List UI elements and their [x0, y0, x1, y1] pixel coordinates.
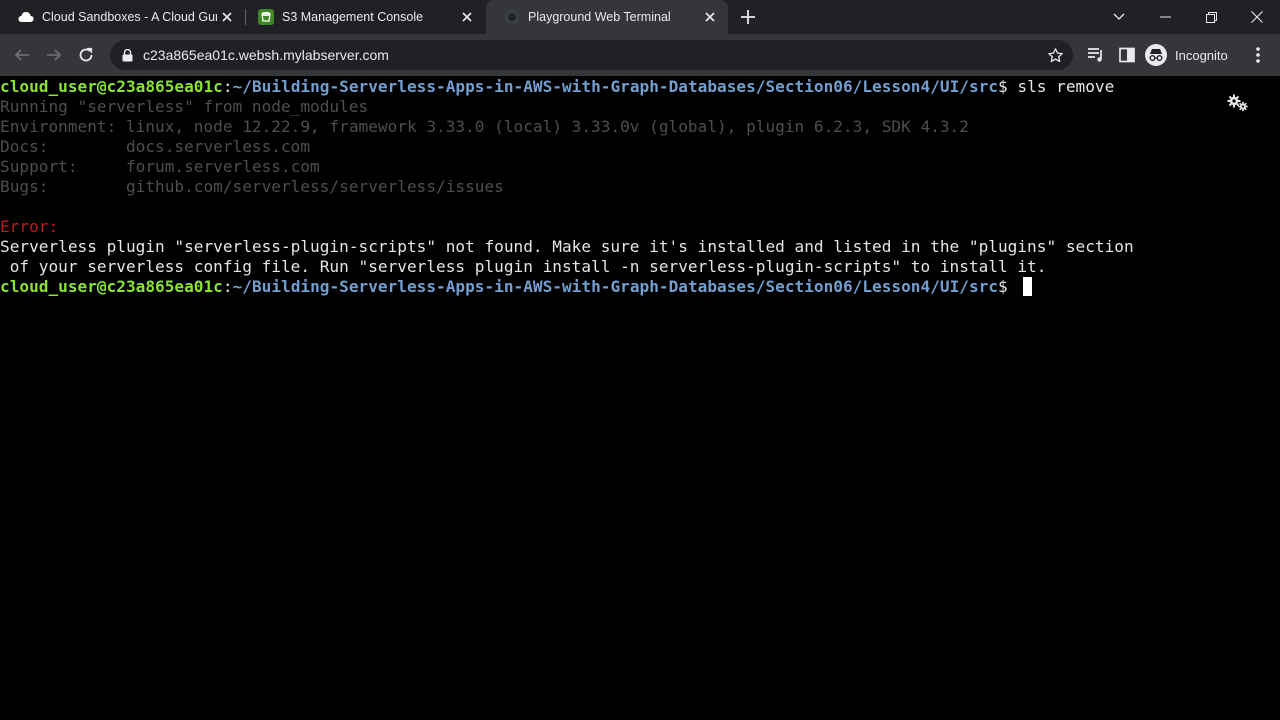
terminal-line: Support: forum.serverless.com — [0, 157, 320, 176]
prompt-user: cloud_user@c23a865ea01c — [0, 77, 223, 96]
tab-s3-management-console[interactable]: S3 Management Console — [240, 0, 485, 34]
plus-icon — [741, 10, 755, 24]
minimize-icon — [1159, 16, 1171, 18]
prompt-path: ~/Building-Serverless-Apps-in-AWS-with-G… — [232, 277, 999, 296]
error-label: Error: — [0, 217, 59, 236]
prompt-user: cloud_user@c23a865ea01c — [0, 277, 223, 296]
chevron-down-icon — [1113, 13, 1125, 20]
tab-search-button[interactable] — [1096, 0, 1142, 34]
error-message-line: of your serverless config file. Run "ser… — [0, 257, 1047, 276]
close-tab-icon[interactable] — [457, 7, 477, 27]
tab-strip: Cloud Sandboxes - A Cloud Guru S3 Manage… — [0, 0, 1280, 34]
close-window-button[interactable] — [1234, 0, 1280, 34]
tab-playground-web-terminal[interactable]: Playground Web Terminal — [486, 0, 728, 34]
playlist-icon — [1088, 48, 1102, 62]
terminal-line: Environment: linux, node 12.22.9, framew… — [0, 117, 969, 136]
back-button[interactable] — [8, 41, 36, 69]
prompt-dollar: $ — [998, 277, 1018, 296]
incognito-profile-button[interactable]: Incognito — [1145, 40, 1228, 70]
aws-s3-icon — [258, 9, 274, 25]
arrow-left-icon — [14, 49, 29, 61]
prompt-dollar: $ — [998, 77, 1018, 96]
error-message-line: Serverless plugin "serverless-plugin-scr… — [0, 237, 1134, 256]
terminal-cursor — [1023, 277, 1033, 296]
media-control-button[interactable] — [1082, 41, 1110, 69]
kebab-menu-icon — [1256, 47, 1260, 63]
terminal-line: cloud_user@c23a865ea01c:~/Building-Serve… — [0, 77, 1114, 97]
close-tab-icon[interactable] — [217, 7, 237, 27]
side-panel-button[interactable] — [1113, 41, 1141, 69]
side-panel-icon — [1119, 47, 1135, 63]
terminal-globe-icon — [504, 9, 520, 25]
incognito-icon — [1145, 44, 1167, 66]
reload-icon — [79, 47, 93, 62]
settings-gear-icon[interactable] — [1226, 93, 1250, 113]
url-text: c23a865ea01c.websh.mylabserver.com — [143, 47, 389, 63]
bookmark-star-icon[interactable] — [1045, 45, 1065, 65]
restore-button[interactable] — [1188, 0, 1234, 34]
restore-icon — [1205, 11, 1217, 23]
browser-toolbar: c23a865ea01c.websh.mylabserver.com Incog… — [0, 34, 1280, 76]
close-icon — [1251, 11, 1263, 23]
lock-icon[interactable] — [120, 48, 134, 62]
tab-title: Playground Web Terminal — [528, 10, 671, 24]
arrow-right-icon — [47, 49, 62, 61]
new-tab-button[interactable] — [736, 5, 760, 29]
reload-button[interactable] — [72, 41, 100, 69]
tab-title: Cloud Sandboxes - A Cloud Guru — [42, 10, 217, 24]
minimize-button[interactable] — [1142, 0, 1188, 34]
address-bar[interactable]: c23a865ea01c.websh.mylabserver.com — [110, 40, 1073, 70]
web-terminal[interactable]: cloud_user@c23a865ea01c:~/Building-Serve… — [0, 77, 1280, 720]
terminal-line: Bugs: github.com/serverless/serverless/i… — [0, 177, 504, 196]
close-tab-icon[interactable] — [700, 7, 720, 27]
terminal-line: Running "serverless" from node_modules — [0, 97, 369, 116]
prompt-separator: : — [222, 77, 233, 96]
terminal-line: cloud_user@c23a865ea01c:~/Building-Serve… — [0, 277, 1033, 297]
browser-menu-button[interactable] — [1244, 41, 1272, 69]
incognito-label: Incognito — [1175, 47, 1228, 63]
cloud-icon — [18, 9, 34, 25]
prompt-path: ~/Building-Serverless-Apps-in-AWS-with-G… — [232, 77, 999, 96]
prompt-separator: : — [222, 277, 233, 296]
command-text: sls remove — [1017, 77, 1115, 96]
forward-button[interactable] — [40, 41, 68, 69]
tab-cloud-sandboxes[interactable]: Cloud Sandboxes - A Cloud Guru — [0, 0, 245, 34]
tab-title: S3 Management Console — [282, 10, 424, 24]
terminal-line: Docs: docs.serverless.com — [0, 137, 311, 156]
